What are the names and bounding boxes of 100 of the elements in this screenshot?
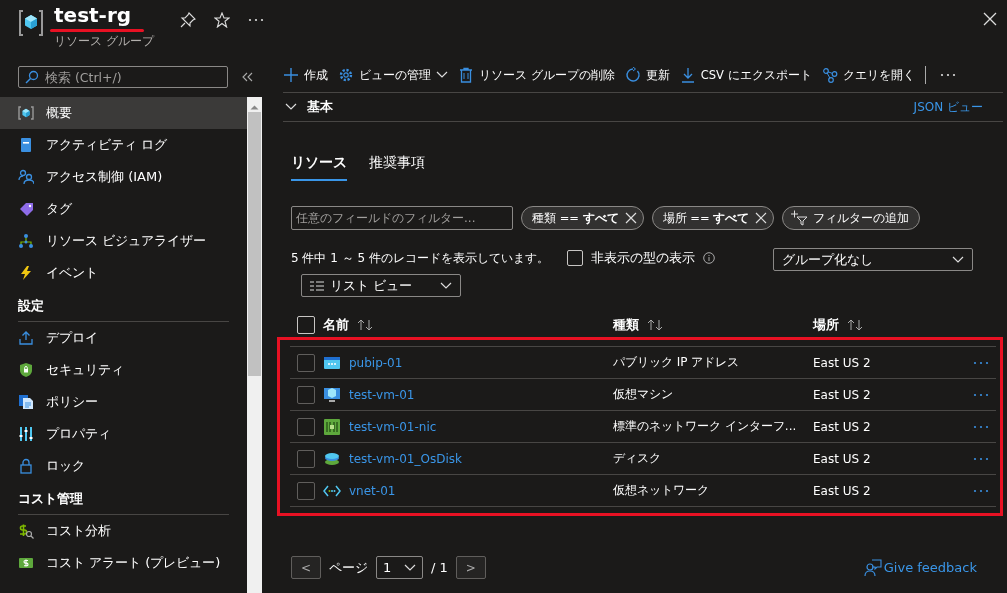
scrollbar[interactable]: [247, 97, 262, 593]
toolbar-button[interactable]: 更新: [624, 67, 670, 83]
nav-item[interactable]: アクセス制御 (IAM): [0, 161, 247, 193]
tab[interactable]: リソース: [291, 150, 347, 181]
hierarchy-icon: [18, 233, 34, 249]
json-view-link[interactable]: JSON ビュー: [913, 98, 983, 116]
collapse-button[interactable]: [240, 70, 254, 84]
more-icon: [973, 391, 989, 398]
nav-item[interactable]: タグ: [0, 193, 247, 225]
dollar-note-icon: [18, 555, 34, 571]
person-feedback-icon: [863, 558, 882, 577]
scrollbar-thumb[interactable]: [248, 112, 261, 376]
info-icon: [703, 252, 715, 264]
filter-chip[interactable]: 場所 == すべて: [651, 206, 775, 230]
add-filter-button[interactable]: フィルターの追加: [782, 206, 921, 230]
filter-field[interactable]: 任意のフィールドのフィルター...: [291, 206, 513, 230]
page-label: ページ: [329, 558, 368, 577]
nav-item[interactable]: リソース ビジュアライザー: [0, 225, 247, 257]
checkbox[interactable]: [567, 250, 583, 266]
remove-filter-button[interactable]: [755, 212, 768, 224]
nav-item[interactable]: コスト アラート (プレビュー): [0, 547, 247, 579]
chevron-down-icon: [440, 281, 452, 290]
plus-icon: [283, 67, 299, 83]
upload-icon: [18, 330, 34, 346]
gear-icon: [338, 67, 354, 83]
row-checkbox[interactable]: [297, 449, 315, 468]
more-icon: [973, 423, 989, 430]
more-icon: [973, 359, 989, 366]
grouping-dropdown[interactable]: グループ化なし: [773, 248, 973, 271]
nav-item[interactable]: 概要: [0, 97, 247, 129]
nav-item[interactable]: プロパティ: [0, 418, 247, 450]
sort-arrows-icon: [357, 319, 373, 331]
toolbar-button[interactable]: リソース グループの削除: [458, 67, 615, 83]
download-icon: [679, 67, 696, 83]
nav-item[interactable]: アクティビティ ログ: [0, 129, 247, 161]
page-dropdown[interactable]: 1: [376, 556, 423, 579]
select-all-checkbox[interactable]: [297, 316, 315, 334]
search-icon: [25, 70, 39, 84]
resource-link[interactable]: test-vm-01: [349, 387, 415, 402]
row-checkbox[interactable]: [297, 353, 315, 372]
table-cell-text: 仮想マシン: [613, 386, 674, 403]
next-page-button[interactable]: >: [455, 556, 486, 579]
table-cell-text: East US 2: [813, 387, 872, 402]
toolbar-button[interactable]: CSV にエクスポート: [679, 67, 812, 83]
nav-item[interactable]: デプロイ: [0, 322, 247, 354]
page-total: / 1: [431, 560, 448, 575]
column-header[interactable]: 場所: [813, 316, 973, 334]
toolbar-button[interactable]: クエリを開く: [821, 67, 915, 83]
tag-icon: [18, 201, 34, 217]
nav-item[interactable]: コスト分析: [0, 515, 247, 547]
previous-page-button[interactable]: <: [291, 556, 321, 579]
column-header[interactable]: 種類: [613, 316, 813, 334]
nav-item[interactable]: ロック: [0, 450, 247, 482]
nav-item[interactable]: イベント: [0, 257, 247, 289]
nav-item[interactable]: ポリシー: [0, 386, 247, 418]
trash-icon: [458, 67, 474, 83]
row-checkbox[interactable]: [297, 417, 315, 436]
close-icon: [983, 12, 997, 26]
feedback-link[interactable]: Give feedback: [863, 558, 977, 577]
table-cell-text: 標準のネットワーク インターフ...: [613, 418, 798, 435]
table-cell-text: パブリック IP アドレス: [613, 354, 741, 371]
nav-item[interactable]: セキュリティ: [0, 354, 247, 386]
table-cell-text: ディスク: [613, 450, 662, 467]
remove-filter-button[interactable]: [624, 212, 637, 224]
toolbar-button[interactable]: ビューの管理: [338, 67, 448, 83]
section-toggle[interactable]: 基本: [283, 98, 333, 116]
table-cell-text: East US 2: [813, 451, 872, 466]
tab[interactable]: 推奨事項: [369, 150, 425, 181]
dollar-magnifier-icon: [18, 523, 34, 539]
more-icon: [973, 455, 989, 462]
chevron-down-icon: [436, 71, 448, 79]
people-icon: [18, 169, 34, 185]
resource-link[interactable]: test-vm-01-nic: [349, 419, 437, 434]
more-icon: [247, 17, 264, 23]
search-field[interactable]: 検索 (Ctrl+/): [18, 66, 228, 88]
row-checkbox[interactable]: [297, 481, 315, 500]
scroll-up-icon: [250, 105, 259, 110]
chevron-down-icon: [952, 255, 964, 264]
refresh-icon: [624, 67, 641, 83]
filter-chip[interactable]: 種類 == すべて: [521, 206, 644, 230]
monitor-icon: [323, 385, 341, 404]
row-checkbox[interactable]: [297, 385, 315, 404]
page-subtitle: リソース グループ: [54, 34, 154, 48]
table-cell-text: 仮想ネットワーク: [613, 482, 710, 499]
section-heading: 設定: [18, 297, 229, 322]
resource-link[interactable]: test-vm-01_OsDisk: [349, 451, 462, 466]
filter-chip-label: 場所 == すべて: [662, 210, 750, 226]
more-icon: [939, 72, 956, 78]
close-icon: [755, 212, 768, 224]
checkbox-label: 非表示の型の表示: [591, 249, 695, 267]
filter-chip-label: 種類 == すべて: [532, 210, 619, 226]
resource-link[interactable]: pubip-01: [349, 355, 403, 370]
table-cell-text: East US 2: [813, 483, 872, 498]
book-icon: [18, 137, 34, 153]
chevron-down-icon: [404, 563, 416, 572]
column-header[interactable]: 名前: [323, 316, 613, 334]
toolbar-button[interactable]: 作成: [283, 67, 328, 83]
star-icon: [213, 12, 230, 28]
view-dropdown[interactable]: リスト ビュー: [301, 274, 461, 297]
resource-link[interactable]: vnet-01: [349, 483, 396, 498]
